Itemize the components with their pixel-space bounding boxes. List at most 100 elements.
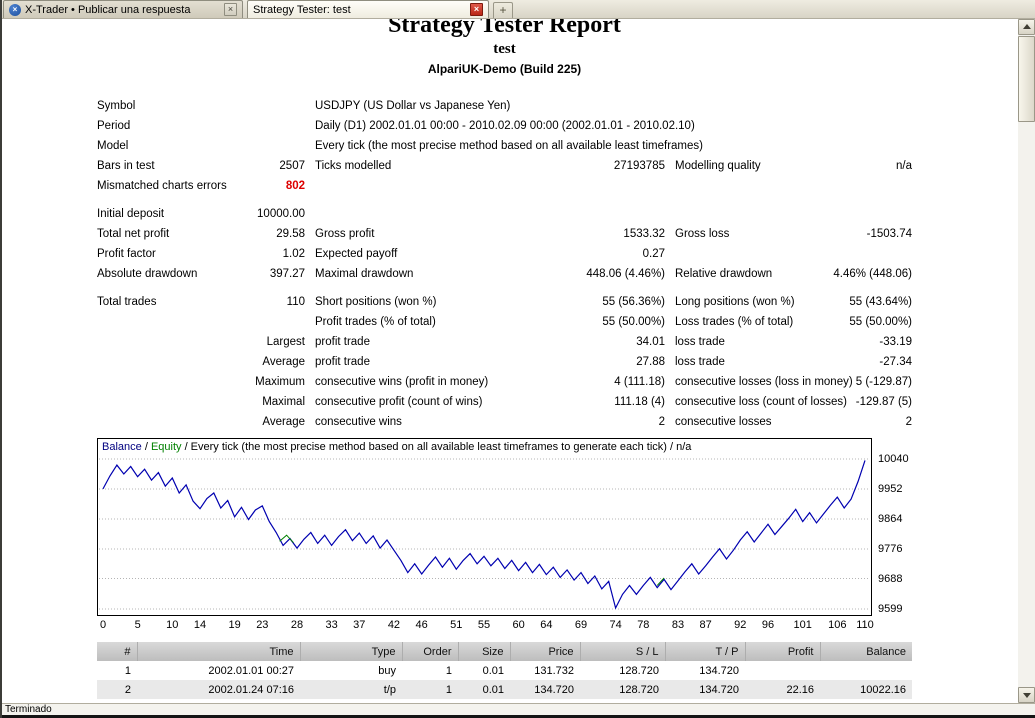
stats-cell [553, 204, 665, 224]
stats-row: Maximalconsecutive profit (count of wins… [97, 392, 912, 412]
scroll-up-button[interactable] [1018, 19, 1035, 35]
trades-cell: 131.732 [510, 661, 580, 680]
x-axis-tick-label: 37 [353, 619, 365, 631]
stats-cell: Model [97, 136, 247, 156]
x-axis-tick-label: 51 [450, 619, 462, 631]
tab-label: X-Trader • Publicar una respuesta [25, 4, 220, 16]
stats-spacer-row [97, 284, 912, 292]
strategy-name: test [97, 40, 912, 58]
y-axis-tick-label: 9776 [878, 543, 912, 555]
stats-row: Averageconsecutive wins2consecutive loss… [97, 412, 912, 432]
trades-header-cell: S / L [580, 642, 665, 661]
x-axis-tick-label: 64 [540, 619, 552, 631]
xtrader-logo-icon: × [9, 4, 21, 16]
scroll-down-button[interactable] [1018, 687, 1035, 703]
stats-cell: Largest [247, 332, 305, 352]
trades-header-cell: Balance [820, 642, 912, 661]
trades-header-cell: Order [402, 642, 458, 661]
close-tab-icon[interactable]: × [224, 3, 237, 16]
trades-header-cell: Time [137, 642, 300, 661]
status-bar: Terminado [2, 703, 1035, 715]
legend-part: / Every tick (the most precise method ba… [182, 441, 692, 453]
stats-cell [97, 372, 247, 392]
trades-table: #TimeTypeOrderSizePriceS / LT / PProfitB… [97, 642, 912, 699]
stats-cell: profit trade [305, 332, 553, 352]
trades-row: 22002.01.24 07:16t/p10.01134.720128.7201… [97, 680, 912, 699]
stats-row: Maximumconsecutive wins (profit in money… [97, 372, 912, 392]
legend-part: / [142, 441, 151, 453]
x-axis-tick-label: 96 [762, 619, 774, 631]
x-axis-labels: 0510141923283337424651556064697478838792… [98, 619, 873, 632]
trades-row: 12002.01.01 00:27buy10.01131.732128.7201… [97, 661, 912, 680]
stats-row: Absolute drawdown397.27Maximal drawdown4… [97, 264, 912, 284]
stats-row: ModelEvery tick (the most precise method… [97, 136, 912, 156]
vertical-scrollbar[interactable] [1018, 19, 1035, 703]
x-axis-tick-label: 5 [135, 619, 141, 631]
stats-row: Total trades110Short positions (won %)55… [97, 292, 912, 312]
stats-cell [305, 204, 553, 224]
stats-cell: Expected payoff [305, 244, 553, 264]
y-axis-tick-label: 9599 [878, 603, 912, 615]
stats-cell: 448.06 (4.46%) [553, 264, 665, 284]
x-axis-tick-label: 46 [416, 619, 428, 631]
stats-cell: Maximal drawdown [305, 264, 553, 284]
x-axis-tick-label: 101 [793, 619, 811, 631]
trades-header-cell: Type [300, 642, 402, 661]
stats-cell: 110 [247, 292, 305, 312]
stats-cell [97, 312, 247, 332]
report-title: Strategy Tester Report [97, 19, 912, 38]
stats-cell [828, 176, 912, 196]
stats-row: SymbolUSDJPY (US Dollar vs Japanese Yen) [97, 96, 912, 116]
stats-cell: Gross profit [305, 224, 553, 244]
x-axis-tick-label: 42 [388, 619, 400, 631]
stats-cell: consecutive wins (profit in money) [305, 372, 553, 392]
scroll-up-icon [1023, 24, 1031, 29]
x-axis-tick-label: 19 [228, 619, 240, 631]
stats-cell: Daily (D1) 2002.01.01 00:00 - 2010.02.09… [305, 116, 912, 136]
x-axis-tick-label: 60 [513, 619, 525, 631]
stats-cell: 55 (56.36%) [553, 292, 665, 312]
tab-strategy-tester[interactable]: Strategy Tester: test × [247, 0, 489, 18]
close-tab-icon[interactable]: × [470, 3, 483, 16]
stats-cell: Total trades [97, 292, 247, 312]
x-axis-tick-label: 10 [166, 619, 178, 631]
tab-xtrader[interactable]: × X-Trader • Publicar una respuesta × [3, 0, 243, 18]
trades-cell: 134.720 [665, 661, 745, 680]
stats-table: SymbolUSDJPY (US Dollar vs Japanese Yen)… [97, 96, 912, 432]
x-axis-tick-label: 78 [637, 619, 649, 631]
stats-cell: n/a [828, 156, 912, 176]
y-axis-tick-label: 9688 [878, 573, 912, 585]
stats-row: Profit factor1.02Expected payoff0.27 [97, 244, 912, 264]
stats-cell [665, 176, 828, 196]
stats-cell: Short positions (won %) [305, 292, 553, 312]
new-tab-button[interactable]: + [493, 2, 513, 18]
stats-cell: consecutive losses (loss in money) [665, 372, 828, 392]
trades-header-cell: Price [510, 642, 580, 661]
stats-cell: 29.58 [247, 224, 305, 244]
stats-cell: 802 [247, 176, 305, 196]
trades-cell: 0.01 [458, 661, 510, 680]
stats-cell: Loss trades (% of total) [665, 312, 828, 332]
trades-cell: buy [300, 661, 402, 680]
stats-cell: Gross loss [665, 224, 828, 244]
trades-cell: 1 [97, 661, 137, 680]
page-content: Strategy Tester Report test AlpariUK-Dem… [2, 19, 1018, 703]
trades-header-cell: T / P [665, 642, 745, 661]
stats-cell: Ticks modelled [305, 156, 553, 176]
stats-cell: 1.02 [247, 244, 305, 264]
trades-cell: 1 [402, 661, 458, 680]
x-axis-tick-label: 87 [700, 619, 712, 631]
scrollbar-thumb[interactable] [1018, 36, 1035, 122]
x-axis-tick-label: 0 [100, 619, 106, 631]
x-axis-tick-label: 23 [256, 619, 268, 631]
browser-window: × X-Trader • Publicar una respuesta × St… [0, 0, 1035, 718]
stats-cell: loss trade [665, 352, 828, 372]
trades-cell [745, 661, 820, 680]
chart-legend: Balance / Equity / Every tick (the most … [102, 441, 691, 453]
stats-row: Initial deposit10000.00 [97, 204, 912, 224]
trades-cell: 2002.01.24 07:16 [137, 680, 300, 699]
stats-cell: consecutive wins [305, 412, 553, 432]
stats-cell [665, 244, 828, 264]
y-axis-tick-label: 9952 [878, 483, 912, 495]
stats-cell: 27193785 [553, 156, 665, 176]
